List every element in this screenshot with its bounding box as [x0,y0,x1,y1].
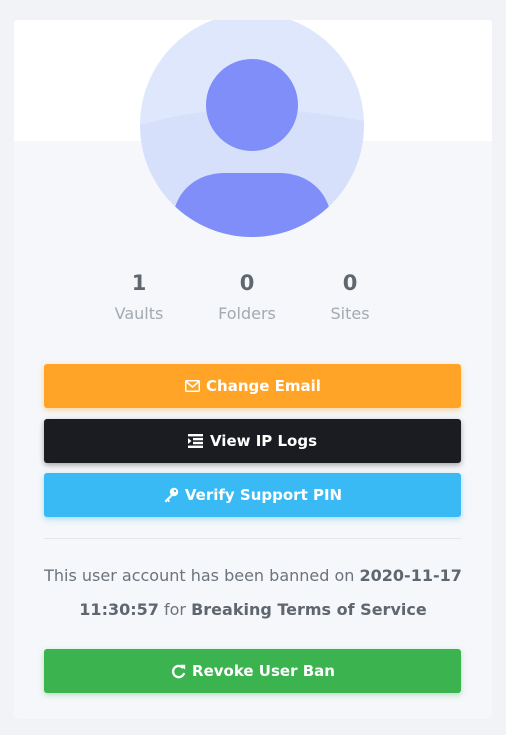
redo-icon [170,663,186,679]
stat-label: Vaults [114,304,164,323]
verify-support-pin-label: Verify Support PIN [184,486,343,504]
verify-support-pin-button[interactable]: Verify Support PIN [44,473,461,517]
divider [44,538,461,539]
user-profile-card: 1 Vaults 0 Folders 0 Sites Change Email … [14,20,492,719]
stat-sites: 0 Sites [305,267,395,329]
stat-label: Folders [218,304,276,323]
revoke-user-ban-label: Revoke User Ban [192,662,335,680]
ban-date: 2020-11-17 [359,566,462,585]
stat-vaults: 1 Vaults [94,267,184,329]
stat-value: 0 [342,271,358,295]
ban-reason: Breaking Terms of Service [191,600,427,619]
key-icon [163,487,179,503]
list-icon [188,433,204,449]
envelope-icon [184,378,200,394]
stat-value: 1 [131,271,147,295]
revoke-user-ban-button[interactable]: Revoke User Ban [44,649,461,693]
stat-folders: 0 Folders [202,267,292,329]
view-ip-logs-button[interactable]: View IP Logs [44,419,461,463]
ban-notice-middle: for [163,600,186,619]
ban-notice-prefix: This user account has been banned on [44,566,355,585]
change-email-button[interactable]: Change Email [44,364,461,408]
user-avatar-icon [140,20,364,237]
ban-notice: This user account has been banned on 202… [34,559,472,627]
user-stats: 1 Vaults 0 Folders 0 Sites [14,267,492,327]
change-email-label: Change Email [206,377,321,395]
view-ip-logs-label: View IP Logs [209,432,318,450]
stat-value: 0 [239,271,255,295]
ban-time: 11:30:57 [79,600,159,619]
stat-label: Sites [330,304,370,323]
